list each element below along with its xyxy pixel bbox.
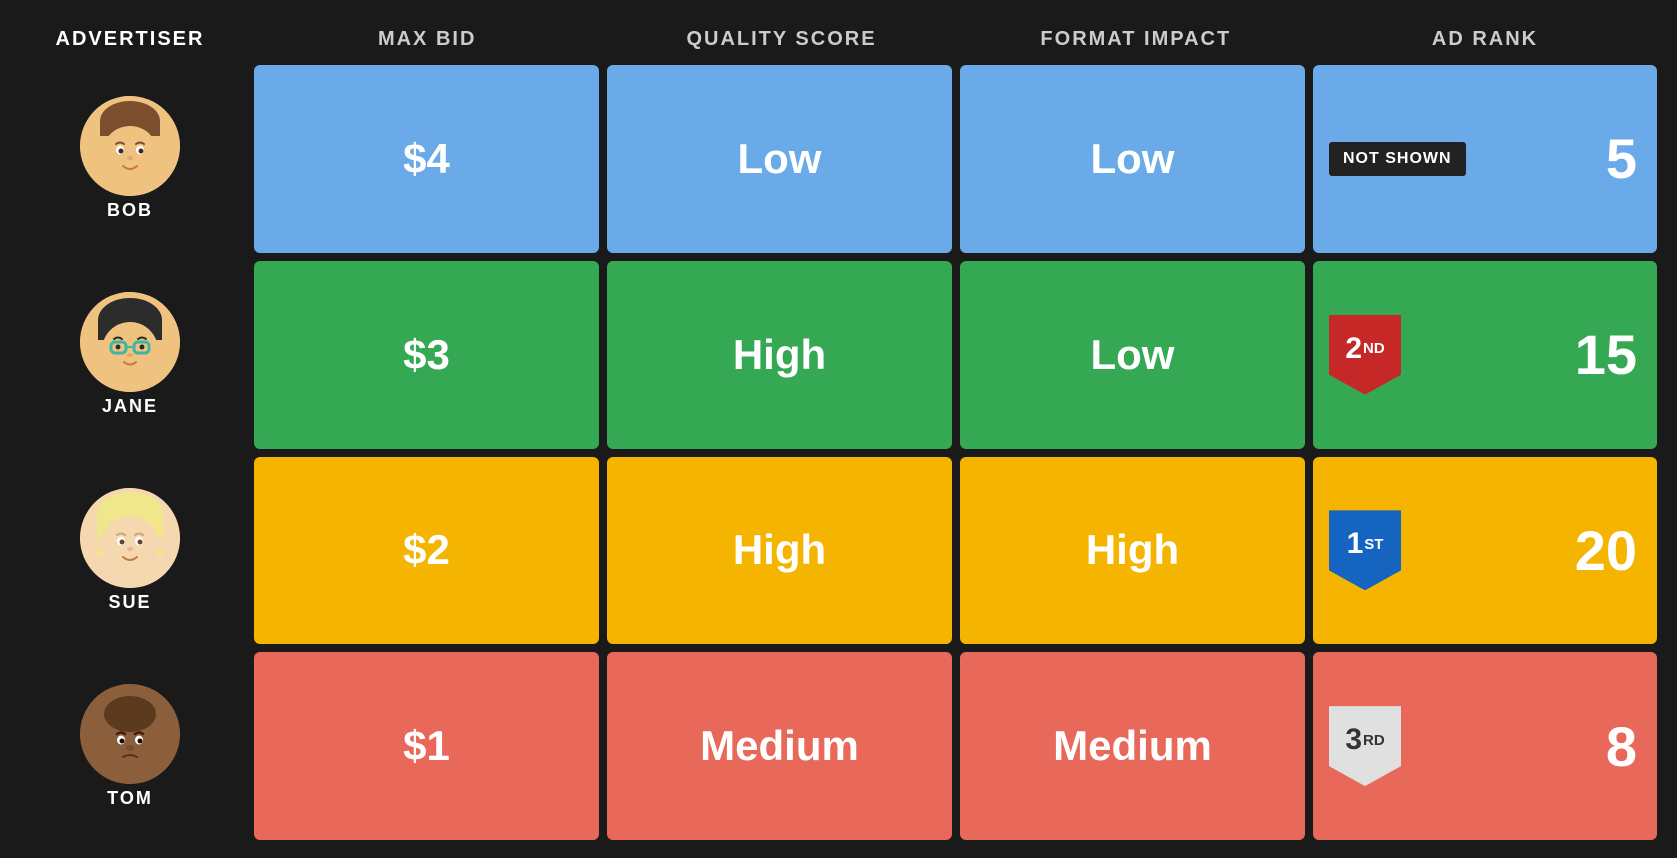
advertiser-name-tom: TOM <box>107 788 153 809</box>
rank-badge-1st: 1ST <box>1329 510 1401 590</box>
adrank-sue: 1ST 20 <box>1313 457 1657 645</box>
avatar-tom <box>80 684 180 784</box>
avatar-bob <box>80 96 180 196</box>
advertiser-name-sue: SUE <box>108 592 151 613</box>
badge-suffix-3rd: RD <box>1363 732 1385 749</box>
row-bob: BOB $4 Low Low NOT SHOWN 5 <box>10 65 1657 253</box>
adrank-jane: 2ND 15 <box>1313 261 1657 449</box>
header-advertiser: ADVERTISER <box>10 28 250 51</box>
format-sue: High <box>960 457 1305 645</box>
row-jane: JANE $3 High Low 2ND 15 <box>10 261 1657 449</box>
advertiser-name-jane: JANE <box>102 396 158 417</box>
data-rows: BOB $4 Low Low NOT SHOWN 5 <box>10 61 1657 848</box>
badge-number-3rd: 3 <box>1345 723 1362 757</box>
format-jane: Low <box>960 261 1305 449</box>
rank-badge-3rd: 3RD <box>1329 706 1401 786</box>
badge-body-3rd: 3RD <box>1329 706 1401 786</box>
quality-jane: High <box>607 261 952 449</box>
quality-tom: Medium <box>607 652 952 840</box>
maxbid-sue: $2 <box>254 457 599 645</box>
row-tom: TOM $1 Medium Medium 3RD 8 <box>10 652 1657 840</box>
header-row: ADVERTISER MAX BID QUALITY SCORE FORMAT … <box>10 10 1657 61</box>
maxbid-jane: $3 <box>254 261 599 449</box>
header-maxbid: MAX BID <box>250 28 604 51</box>
badge-number-2nd: 2 <box>1345 332 1362 366</box>
rank-badge-2nd: 2ND <box>1329 315 1401 395</box>
advertiser-tom: TOM <box>10 652 250 840</box>
not-shown-badge: NOT SHOWN <box>1329 142 1466 176</box>
header-adrank: AD RANK <box>1313 28 1657 51</box>
avatar-sue <box>80 488 180 588</box>
quality-bob: Low <box>607 65 952 253</box>
adrank-tom: 3RD 8 <box>1313 652 1657 840</box>
maxbid-tom: $1 <box>254 652 599 840</box>
main-grid: ADVERTISER MAX BID QUALITY SCORE FORMAT … <box>0 0 1677 858</box>
adrank-number-sue: 20 <box>1575 518 1637 583</box>
avatar-jane <box>80 292 180 392</box>
badge-body-2nd: 2ND <box>1329 315 1401 395</box>
badge-body-1st: 1ST <box>1329 510 1401 590</box>
maxbid-bob: $4 <box>254 65 599 253</box>
advertiser-sue: SUE <box>10 457 250 645</box>
badge-number-1st: 1 <box>1347 527 1364 561</box>
quality-sue: High <box>607 457 952 645</box>
adrank-bob: NOT SHOWN 5 <box>1313 65 1657 253</box>
advertiser-bob: BOB <box>10 65 250 253</box>
adrank-number-tom: 8 <box>1606 714 1637 779</box>
header-format: FORMAT IMPACT <box>959 28 1313 51</box>
badge-suffix-2nd: ND <box>1363 340 1385 357</box>
header-quality: QUALITY SCORE <box>604 28 958 51</box>
format-bob: Low <box>960 65 1305 253</box>
row-sue: SUE $2 High High 1ST 20 <box>10 457 1657 645</box>
adrank-number-bob: 5 <box>1606 126 1637 191</box>
format-tom: Medium <box>960 652 1305 840</box>
badge-suffix-1st: ST <box>1364 536 1383 553</box>
adrank-number-jane: 15 <box>1575 322 1637 387</box>
advertiser-jane: JANE <box>10 261 250 449</box>
advertiser-name-bob: BOB <box>107 200 153 221</box>
